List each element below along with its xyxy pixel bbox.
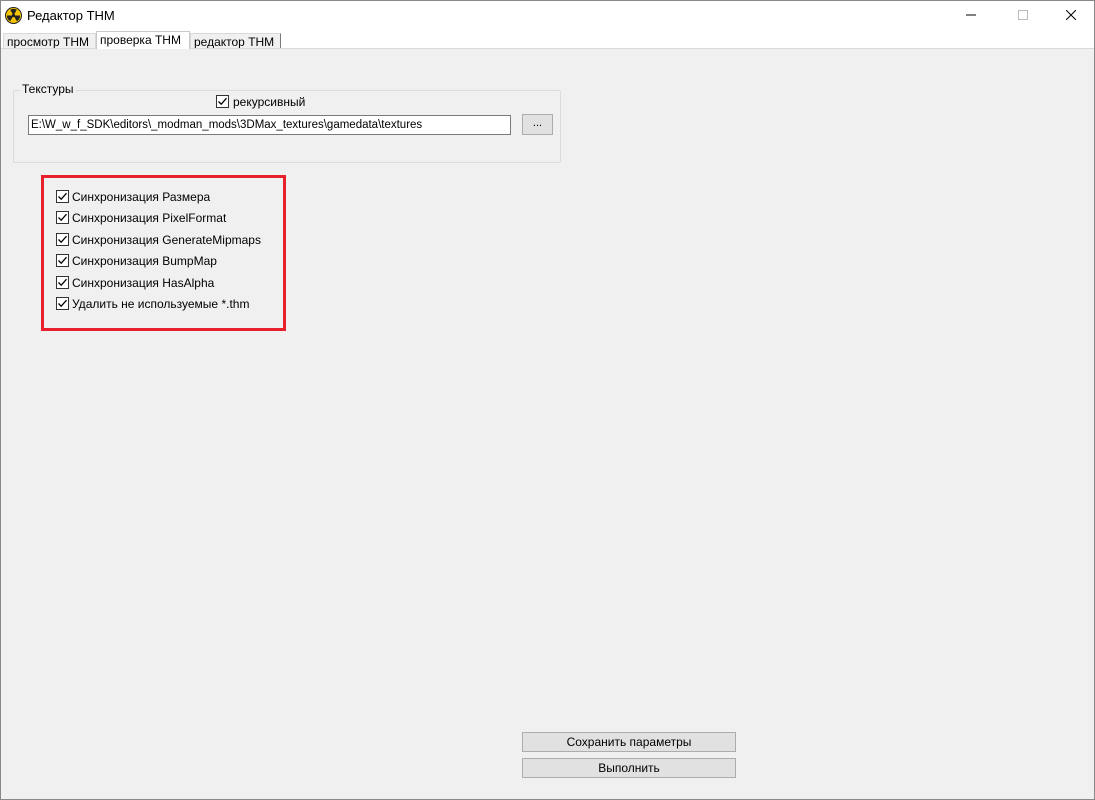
maximize-icon — [1018, 9, 1028, 23]
close-button[interactable] — [1048, 1, 1094, 31]
checkmark-icon — [58, 299, 67, 308]
sync-mipmaps-label: Синхронизация GenerateMipmaps — [72, 233, 261, 247]
recursive-checkbox[interactable] — [216, 95, 229, 108]
recursive-label: рекурсивный — [233, 95, 306, 109]
minimize-button[interactable] — [948, 1, 994, 31]
save-settings-button[interactable]: Сохранить параметры — [522, 732, 736, 752]
textures-group-title: Текстуры — [20, 82, 76, 96]
window-title: Редактор THM — [27, 8, 115, 23]
checkmark-icon — [58, 213, 67, 222]
app-window: Редактор THM просмотр THM проверка THM р… — [0, 0, 1095, 800]
title-bar: Редактор THM — [1, 1, 1094, 31]
sync-bumpmap-label: Синхронизация BumpMap — [72, 254, 217, 268]
sync-hasalpha-label: Синхронизация HasAlpha — [72, 276, 215, 290]
delete-unused-thm-label: Удалить не используемые *.thm — [72, 297, 250, 311]
textures-path-input[interactable]: E:\W_w_f_SDK\editors\_modman_mods\3DMax_… — [28, 115, 511, 135]
checkmark-icon — [58, 192, 67, 201]
close-icon — [1065, 9, 1077, 23]
run-button[interactable]: Выполнить — [522, 758, 736, 778]
tab-view-thm[interactable]: просмотр THM — [3, 33, 96, 49]
browse-button[interactable]: ... — [522, 114, 553, 135]
checkmark-icon — [218, 97, 227, 106]
tab-check-thm[interactable]: проверка THM — [96, 31, 190, 49]
tab-strip: просмотр THM проверка THM редактор THM — [1, 31, 1094, 49]
checkmark-icon — [58, 278, 67, 287]
sync-pixelformat-label: Синхронизация PixelFormat — [72, 211, 227, 225]
delete-unused-thm-checkbox[interactable] — [56, 297, 69, 310]
sync-size-label: Синхронизация Размера — [72, 190, 211, 204]
sync-mipmaps-checkbox[interactable] — [56, 233, 69, 246]
sync-size-checkbox[interactable] — [56, 190, 69, 203]
radiation-icon — [5, 7, 22, 24]
minimize-icon — [966, 9, 976, 23]
tab-content: Текстуры рекурсивный E:\W_w_f_SDK\editor… — [1, 48, 1094, 799]
checkmark-icon — [58, 235, 67, 244]
checkmark-icon — [58, 256, 67, 265]
sync-pixelformat-checkbox[interactable] — [56, 211, 69, 224]
maximize-button[interactable] — [1000, 1, 1046, 31]
sync-bumpmap-checkbox[interactable] — [56, 254, 69, 267]
sync-hasalpha-checkbox[interactable] — [56, 276, 69, 289]
tab-edit-thm[interactable]: редактор THM — [190, 33, 281, 49]
